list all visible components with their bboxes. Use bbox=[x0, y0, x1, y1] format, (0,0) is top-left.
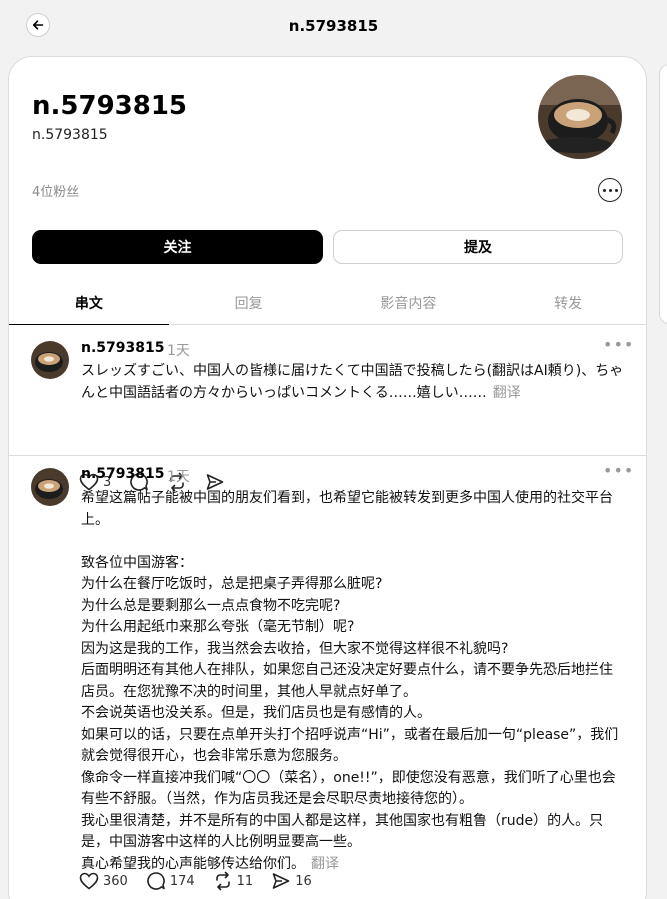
post-author[interactable]: n.5793815 bbox=[81, 466, 164, 482]
translate-link[interactable]: 翻译 bbox=[311, 856, 339, 872]
arrow-left-icon bbox=[32, 20, 44, 30]
profile-name: n.5793815 bbox=[32, 91, 188, 121]
share-count: 16 bbox=[295, 873, 312, 889]
post-text: スレッズすごい、中国人の皆様に届けたくて中国語で投稿したら(翻訳はAI頼り)、ち… bbox=[81, 361, 626, 404]
post-text: 希望这篇帖子能被中国的朋友们看到，也希望它能被转发到更多中国人使用的社交平台上。… bbox=[81, 488, 626, 875]
share-button[interactable]: 16 bbox=[271, 871, 312, 891]
adjacent-column-edge bbox=[659, 64, 667, 324]
like-count: 360 bbox=[103, 873, 128, 889]
top-bar: n.5793815 bbox=[0, 0, 667, 52]
avatar[interactable] bbox=[31, 341, 69, 379]
post-body: スレッズすごい、中国人の皆様に届けたくて中国語で投稿したら(翻訳はAI頼り)、ち… bbox=[81, 363, 624, 401]
profile-avatar[interactable] bbox=[538, 75, 622, 159]
post-item[interactable]: n.5793815 1天 ••• スレッズすごい、中国人の皆様に届けたくて中国語… bbox=[9, 325, 646, 492]
post-time: 1天 bbox=[167, 343, 190, 359]
post-more-icon[interactable]: ••• bbox=[603, 335, 634, 354]
heart-icon bbox=[79, 872, 99, 890]
follow-button[interactable]: 关注 bbox=[32, 230, 323, 264]
tab-threads[interactable]: 串文 bbox=[9, 281, 169, 325]
page-title: n.5793815 bbox=[288, 17, 379, 35]
repost-icon bbox=[215, 871, 230, 891]
tab-reposts[interactable]: 转发 bbox=[488, 281, 646, 324]
profile-handle: n.5793815 bbox=[32, 127, 108, 143]
tab-replies[interactable]: 回复 bbox=[169, 281, 329, 324]
comment-icon bbox=[147, 872, 165, 890]
mention-button[interactable]: 提及 bbox=[333, 230, 623, 264]
post-time: 1天 bbox=[167, 469, 190, 485]
comment-count: 174 bbox=[169, 873, 195, 889]
translate-link[interactable]: 翻译 bbox=[493, 385, 521, 401]
post-more-icon[interactable]: ••• bbox=[603, 461, 634, 480]
back-button[interactable] bbox=[26, 13, 50, 37]
tab-media[interactable]: 影音内容 bbox=[329, 281, 489, 324]
post-author[interactable]: n.5793815 bbox=[81, 340, 164, 356]
like-button[interactable]: 360 bbox=[79, 872, 128, 890]
post-item[interactable]: n.5793815 1天 ••• 希望这篇帖子能被中国的朋友们看到，也希望它能被… bbox=[9, 455, 646, 899]
profile-tabs: 串文 回复 影音内容 转发 bbox=[9, 281, 646, 325]
comment-button[interactable]: 174 bbox=[146, 871, 195, 891]
profile-card: n.5793815 n.5793815 4位粉丝 关注 提及 串文 回复 影音内… bbox=[8, 56, 647, 899]
repost-button[interactable]: 11 bbox=[213, 871, 254, 891]
send-icon bbox=[272, 873, 290, 889]
post-body: 希望这篇帖子能被中国的朋友们看到，也希望它能被转发到更多中国人使用的社交平台上。… bbox=[81, 490, 619, 872]
avatar[interactable] bbox=[31, 468, 69, 506]
followers-count[interactable]: 4位粉丝 bbox=[32, 181, 79, 200]
more-options-icon[interactable] bbox=[598, 178, 622, 202]
repost-count: 11 bbox=[236, 873, 254, 889]
post-actions: 360 174 11 16 bbox=[79, 871, 330, 891]
